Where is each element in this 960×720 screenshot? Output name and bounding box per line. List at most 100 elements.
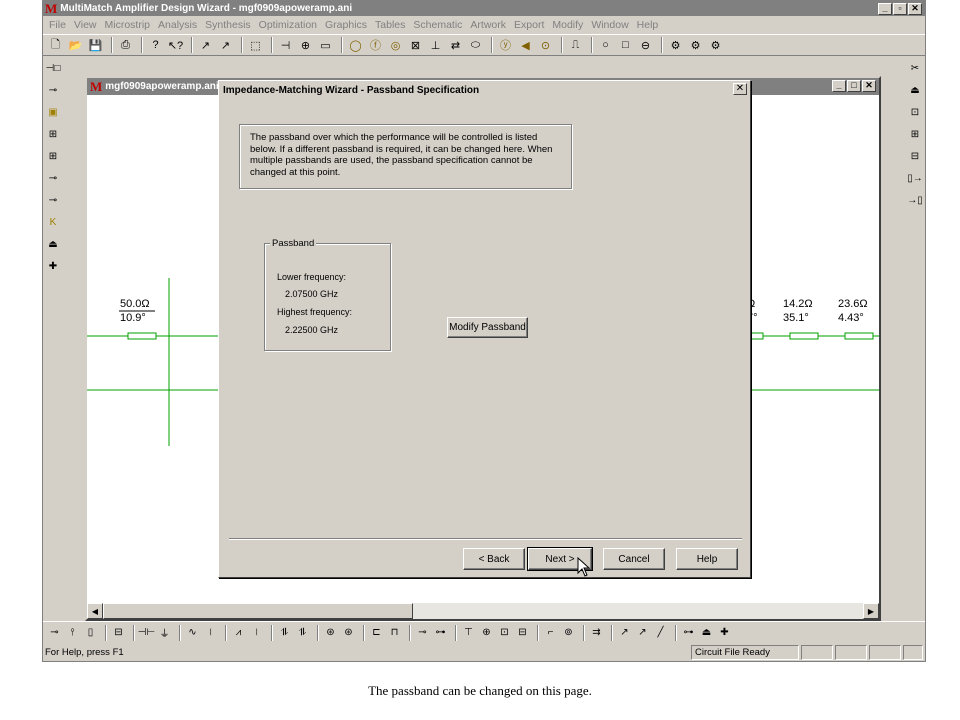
- menu-synthesis[interactable]: Synthesis: [201, 19, 255, 31]
- circle-tool-icon[interactable]: ◯: [347, 37, 364, 54]
- menu-graphics[interactable]: Graphics: [321, 19, 371, 31]
- zoom-frame-icon[interactable]: ⬚: [247, 37, 264, 54]
- square-icon[interactable]: □: [617, 37, 634, 54]
- menu-artwork[interactable]: Artwork: [466, 19, 510, 31]
- minus-circle-icon[interactable]: ⊖: [637, 37, 654, 54]
- box-dot-icon[interactable]: ⊡: [907, 103, 924, 121]
- back-button[interactable]: < Back: [463, 548, 525, 570]
- cross-icon[interactable]: ✚: [45, 257, 62, 275]
- shape-icon[interactable]: ⬭: [467, 37, 484, 54]
- tee-icon[interactable]: ⊤: [461, 625, 476, 641]
- menu-export[interactable]: Export: [510, 19, 548, 31]
- step-icon[interactable]: ⊡: [497, 625, 512, 641]
- menu-modify[interactable]: Modify: [548, 19, 587, 31]
- menu-schematic[interactable]: Schematic: [409, 19, 466, 31]
- save-icon[interactable]: 💾: [87, 37, 104, 54]
- diagonal-arrow-icon[interactable]: ↗: [617, 625, 632, 641]
- context-help-icon[interactable]: ↖?: [167, 37, 184, 54]
- diagonal-arrow-alt-icon[interactable]: ↗: [635, 625, 650, 641]
- junction-icon[interactable]: ⊥: [427, 37, 444, 54]
- port-mm-icon[interactable]: ⊸: [45, 169, 62, 187]
- resonator-icon[interactable]: ⊛: [323, 625, 338, 641]
- arrow-tool-icon[interactable]: ↗: [197, 37, 214, 54]
- via-icon[interactable]: ⊚: [561, 625, 576, 641]
- dialog-close-button[interactable]: ✕: [733, 83, 747, 95]
- chip-alt-icon[interactable]: ⚙: [687, 37, 704, 54]
- ring-icon[interactable]: ◎: [387, 37, 404, 54]
- child-minimize-button[interactable]: _: [832, 80, 846, 92]
- help-button[interactable]: Help: [676, 548, 738, 570]
- horizontal-scrollbar[interactable]: ◀ ▶: [87, 603, 879, 619]
- new-file-icon[interactable]: 🗋: [47, 37, 64, 54]
- port-left-icon[interactable]: ⊣□: [45, 59, 62, 77]
- diagonal-line-icon[interactable]: ╱: [653, 625, 668, 641]
- menu-view[interactable]: View: [70, 19, 101, 31]
- child-close-button[interactable]: ✕: [862, 80, 876, 92]
- stub-open-icon[interactable]: ⊸: [415, 625, 430, 641]
- stub-icon[interactable]: ⊣: [277, 37, 294, 54]
- box-icon[interactable]: ▭: [317, 37, 334, 54]
- ground-right-icon[interactable]: ⏏: [907, 81, 924, 99]
- chip-icon[interactable]: ⚙: [667, 37, 684, 54]
- ground-icon[interactable]: ⏏: [45, 235, 62, 253]
- port-out-icon[interactable]: →▯: [907, 191, 924, 209]
- pulse-icon[interactable]: ⎍: [567, 37, 584, 54]
- probe-icon[interactable]: ⊶: [681, 625, 696, 641]
- circle-icon[interactable]: ○: [597, 37, 614, 54]
- tline-shunt-icon[interactable]: ⊓: [387, 625, 402, 641]
- swap-icon[interactable]: ⇄: [447, 37, 464, 54]
- tline-icon[interactable]: ⊏: [369, 625, 384, 641]
- capacitor-series-icon[interactable]: ⊣⊢: [138, 625, 155, 641]
- capacitor-shunt-icon[interactable]: ⏚: [157, 625, 172, 641]
- y-circle-icon[interactable]: ⓨ: [497, 37, 514, 54]
- coupled-icon[interactable]: ⥮: [277, 625, 292, 641]
- cross-bottom-icon[interactable]: ✚: [717, 625, 732, 641]
- rl-shunt-icon[interactable]: ⧙: [249, 625, 264, 641]
- resistor-shunt-icon[interactable]: ⫯: [65, 625, 80, 641]
- resistor-vert-icon[interactable]: ▯: [83, 625, 98, 641]
- menu-window[interactable]: Window: [587, 19, 632, 31]
- f-circle-icon[interactable]: ⓕ: [367, 37, 384, 54]
- dot-circle-icon[interactable]: ⊙: [537, 37, 554, 54]
- scroll-thumb[interactable]: [103, 603, 413, 619]
- stub-short-icon[interactable]: ⊶: [433, 625, 448, 641]
- transformer-icon[interactable]: ⇉: [589, 625, 604, 641]
- yellow-box-icon[interactable]: ▣: [45, 103, 62, 121]
- cancel-button[interactable]: Cancel: [603, 548, 665, 570]
- cir-icon[interactable]: ⊞: [45, 125, 62, 143]
- k-box-icon[interactable]: K: [45, 213, 62, 231]
- restore-button[interactable]: ▫: [893, 3, 907, 15]
- open-folder-icon[interactable]: 📂: [67, 37, 84, 54]
- ground-bottom-icon[interactable]: ⏏: [699, 625, 714, 641]
- box-series-icon[interactable]: ⊟: [111, 625, 126, 641]
- cil-icon[interactable]: ⊞: [45, 147, 62, 165]
- rl-series-icon[interactable]: ⩘: [231, 625, 246, 641]
- arrow-tool-alt-icon[interactable]: ↗: [217, 37, 234, 54]
- resistor-series-icon[interactable]: ⊸: [47, 625, 62, 641]
- scroll-left-icon[interactable]: ◀: [87, 603, 103, 619]
- child-maximize-button[interactable]: □: [847, 80, 861, 92]
- bend-icon[interactable]: ⌐: [543, 625, 558, 641]
- close-button[interactable]: ✕: [908, 3, 922, 15]
- modify-passband-button[interactable]: Modify Passband: [447, 317, 528, 338]
- minimize-button[interactable]: _: [878, 3, 892, 15]
- help-icon[interactable]: ?: [147, 37, 164, 54]
- port-in-icon[interactable]: ▯→: [907, 169, 924, 187]
- port-dn-icon[interactable]: ⊸: [45, 191, 62, 209]
- print-icon[interactable]: ⎙: [117, 37, 134, 54]
- port-dot-icon[interactable]: ⊸: [45, 81, 62, 99]
- inductor-series-icon[interactable]: ∿: [185, 625, 200, 641]
- cross-box-icon[interactable]: ⊠: [407, 37, 424, 54]
- menu-microstrip[interactable]: Microstrip: [101, 19, 155, 31]
- menu-analysis[interactable]: Analysis: [154, 19, 201, 31]
- menu-optimization[interactable]: Optimization: [255, 19, 321, 31]
- scroll-right-icon[interactable]: ▶: [863, 603, 879, 619]
- box-minus-icon[interactable]: ⊟: [907, 147, 924, 165]
- menu-file[interactable]: File: [45, 19, 70, 31]
- menu-tables[interactable]: Tables: [371, 19, 409, 31]
- coupled-alt-icon[interactable]: ⥮: [295, 625, 310, 641]
- cross-junction-icon[interactable]: ⊕: [479, 625, 494, 641]
- box-plus-icon[interactable]: ⊞: [907, 125, 924, 143]
- resonator-alt-icon[interactable]: ⊛: [341, 625, 356, 641]
- port-icon[interactable]: ⊕: [297, 37, 314, 54]
